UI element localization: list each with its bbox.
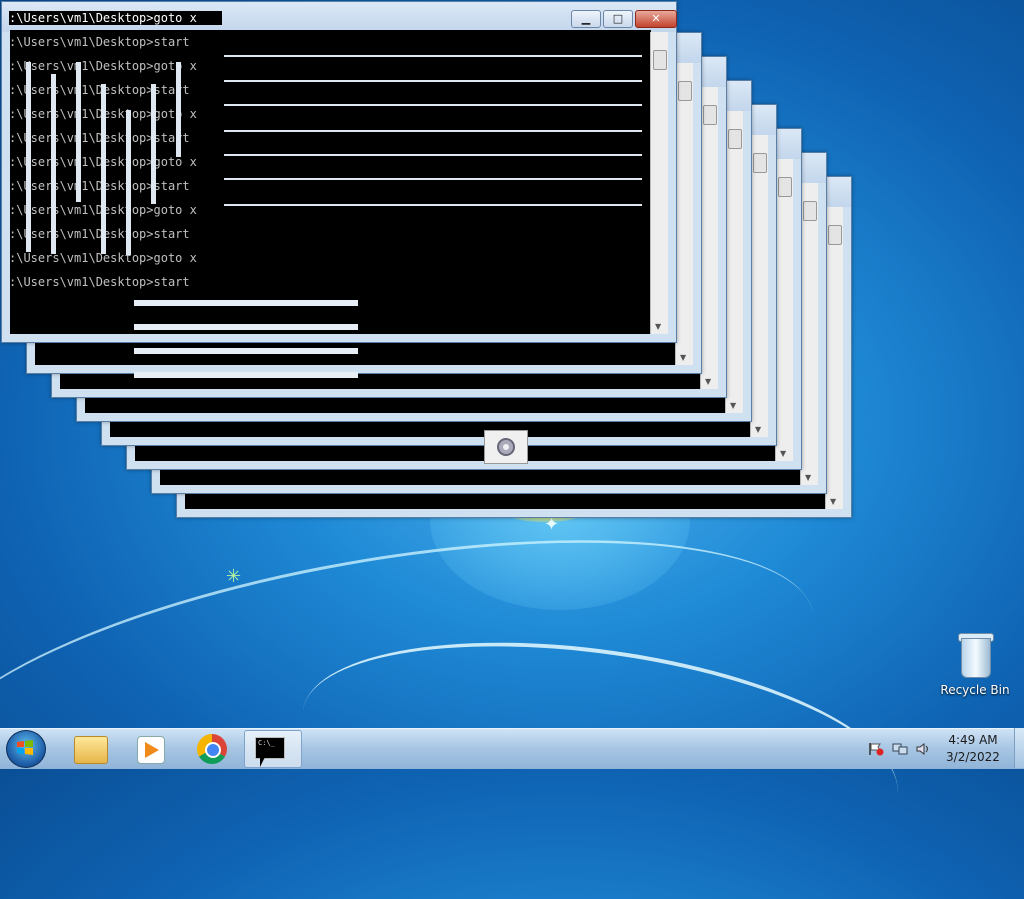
artifact-bar <box>176 62 181 157</box>
console-line: :\Users\vm1\Desktop>goto x <box>9 59 197 73</box>
artifact-line <box>134 300 358 306</box>
artifact-bar <box>101 84 106 254</box>
artifact-line <box>224 104 642 106</box>
close-button[interactable]: ✕ <box>635 10 677 28</box>
chrome-icon <box>197 734 227 764</box>
media-player-icon <box>137 736 165 764</box>
artifact-line <box>224 204 642 206</box>
recycle-bin-icon[interactable] <box>955 630 995 678</box>
scroll-down-icon[interactable]: ▼ <box>705 377 711 386</box>
scrollbar[interactable]: ▼ <box>650 32 668 334</box>
artifact-bar <box>151 84 156 204</box>
artifact-line <box>224 80 642 82</box>
volume-icon[interactable] <box>915 742 931 756</box>
artifact-line <box>134 324 358 330</box>
scroll-down-icon[interactable]: ▼ <box>730 401 736 410</box>
scroll-down-icon[interactable]: ▼ <box>755 425 761 434</box>
scrollbar-thumb[interactable] <box>778 177 792 197</box>
settings-dialog-fragment <box>484 430 528 464</box>
sparkle-icon: ✳ <box>226 566 242 587</box>
scrollbar[interactable]: ▼ <box>725 111 743 413</box>
scrollbar[interactable]: ▼ <box>825 207 843 509</box>
scrollbar[interactable]: ▼ <box>750 135 768 437</box>
bin-body <box>961 638 991 678</box>
scrollbar[interactable]: ▼ <box>675 63 693 365</box>
scrollbar-thumb[interactable] <box>703 105 717 125</box>
scroll-down-icon[interactable]: ▼ <box>805 473 811 482</box>
scrollbar-thumb[interactable] <box>828 225 842 245</box>
system-clock[interactable]: 4:49 AM 3/2/2022 <box>936 732 1010 766</box>
scrollbar-thumb[interactable] <box>653 50 667 70</box>
cmd-icon: C:\_ <box>255 737 285 759</box>
console-line: :\Users\vm1\Desktop>start <box>9 227 190 241</box>
minimize-button[interactable]: ▁ <box>571 10 601 28</box>
scrollbar-thumb[interactable] <box>728 129 742 149</box>
console-line: :\Users\vm1\Desktop>start <box>9 83 190 97</box>
scroll-down-icon[interactable]: ▼ <box>830 497 836 506</box>
scroll-down-icon[interactable]: ▼ <box>780 449 786 458</box>
artifact-bar <box>26 62 31 252</box>
scroll-down-icon[interactable]: ▼ <box>680 353 686 362</box>
show-desktop-button[interactable] <box>1014 728 1024 768</box>
scrollbar[interactable]: ▼ <box>700 87 718 389</box>
artifact-bar <box>51 74 56 254</box>
clock-time: 4:49 AM <box>948 733 998 747</box>
console-line: :\Users\vm1\Desktop>goto x <box>9 11 222 25</box>
action-center-flag-icon[interactable] <box>868 742 884 756</box>
console-line: :\Users\vm1\Desktop>start <box>9 131 190 145</box>
console-line: :\Users\vm1\Desktop>start <box>9 275 190 289</box>
scrollbar-thumb[interactable] <box>753 153 767 173</box>
windows-logo-icon <box>17 740 33 755</box>
artifact-line <box>134 348 358 354</box>
gear-icon <box>497 438 515 456</box>
artifact-line <box>224 55 642 57</box>
network-icon[interactable] <box>892 742 908 756</box>
recycle-bin-label[interactable]: Recycle Bin <box>936 683 1014 697</box>
maximize-button[interactable]: □ <box>603 10 633 28</box>
console-line: :\Users\vm1\Desktop>start <box>9 179 190 193</box>
scrollbar-thumb[interactable] <box>678 81 692 101</box>
artifact-line <box>224 154 642 156</box>
mouse-cursor-icon <box>260 757 265 767</box>
clock-date: 3/2/2022 <box>946 750 1000 764</box>
scrollbar[interactable]: ▼ <box>800 183 818 485</box>
artifact-bar <box>76 62 81 202</box>
scrollbar[interactable]: ▼ <box>775 159 793 461</box>
artifact-bar <box>126 110 131 255</box>
scrollbar-thumb[interactable] <box>803 201 817 221</box>
artifact-line <box>224 130 642 132</box>
artifact-line <box>134 372 358 378</box>
folder-icon <box>74 736 108 764</box>
console-line: :\Users\vm1\Desktop>start <box>9 35 190 49</box>
artifact-line <box>224 178 642 180</box>
scroll-down-icon[interactable]: ▼ <box>655 322 661 331</box>
